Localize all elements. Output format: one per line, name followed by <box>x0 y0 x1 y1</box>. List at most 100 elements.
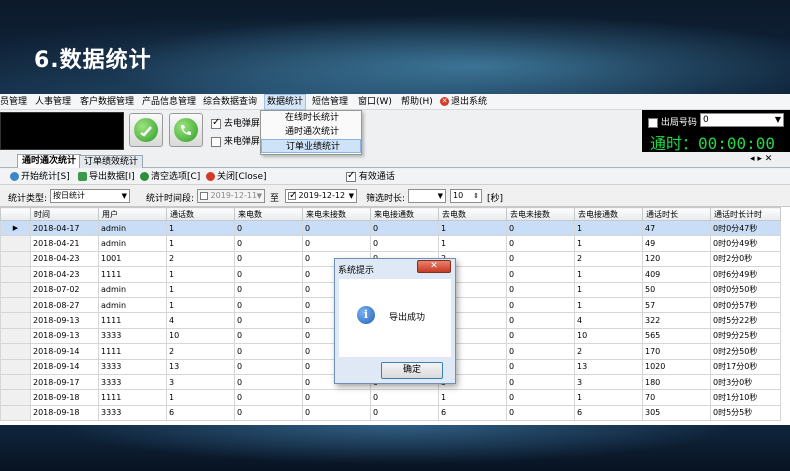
date-to-picker[interactable]: 2019-12-12 ▼ <box>285 189 357 203</box>
table-cell: 2018-09-13 <box>30 312 99 329</box>
menu-product-info[interactable]: 产品信息管理 <box>142 95 196 109</box>
outgoing-number-checkbox[interactable]: 出局号码 <box>648 115 697 128</box>
table-cell: 2018-09-17 <box>30 373 99 391</box>
column-header[interactable]: 通话时长 <box>642 207 711 221</box>
table-cell: 3 <box>574 373 643 391</box>
table-cell: 0 <box>234 389 303 406</box>
menu-statistics[interactable]: 数据统计 <box>264 94 307 110</box>
column-header[interactable]: 用户 <box>98 207 167 221</box>
row-indicator <box>0 266 31 283</box>
table-cell: 0时2分0秒 <box>710 250 781 268</box>
table-cell: 2018-09-18 <box>30 389 99 406</box>
column-header[interactable]: 通话数 <box>166 207 235 221</box>
table-cell: admin <box>98 281 167 298</box>
column-header[interactable]: 通话时长计时 <box>710 207 781 221</box>
table-cell: 6 <box>574 404 643 422</box>
unit-label: [秒] <box>487 194 504 204</box>
close-button[interactable]: 关闭[Close] <box>206 171 267 183</box>
menubar: 员管理 人事管理 客户数据管理 产品信息管理 综合数据查询 数据统计 短信管理 … <box>0 94 790 110</box>
duration-spinner[interactable]: 10 ⇕ <box>450 189 482 203</box>
table-cell: 0 <box>234 235 303 252</box>
menu-query[interactable]: 综合数据查询 <box>203 95 257 109</box>
function-bar: 开始统计[S] 导出数据[I] 清空选项[C] 关闭[Close] 有效通话 <box>0 169 790 185</box>
valid-calls-checkbox[interactable]: 有效通话 <box>346 170 395 183</box>
table-header-row: 时间 用户 通话数 来电数 来电未接数 来电接通数 去电数 去电未接数 去电接通… <box>0 207 781 221</box>
table-cell: 170 <box>642 343 711 360</box>
start-stats-button[interactable]: 开始统计[S] <box>10 171 70 183</box>
column-header[interactable]: 来电未接数 <box>302 207 371 221</box>
table-cell: 0 <box>234 373 303 391</box>
table-cell: 0时5分5秒 <box>710 404 781 422</box>
table-cell: 1 <box>438 235 507 252</box>
table-row[interactable]: 2018-09-18 3333 6 0 0 0 6 0 6 305 0时5分5秒 <box>0 404 781 422</box>
table-cell: 13 <box>574 358 643 375</box>
menu-help[interactable]: 帮助(H) <box>401 95 433 109</box>
menu-customer-data[interactable]: 客户数据管理 <box>80 95 134 109</box>
dialog-close-button[interactable]: ✕ <box>417 260 451 273</box>
date-from-picker[interactable]: 2019-12-11 ▼ <box>197 189 265 203</box>
table-cell: 1 <box>166 219 235 237</box>
outgoing-number-label: 出局号码 <box>660 118 697 128</box>
table-cell: 0 <box>234 358 303 375</box>
table-cell: 0 <box>506 312 575 329</box>
dial-button[interactable] <box>169 113 203 147</box>
row-indicator <box>0 404 31 422</box>
dropdown-item-order-stats[interactable]: 订单业绩统计 <box>261 139 361 153</box>
table-cell: 2018-04-23 <box>30 266 99 283</box>
column-header[interactable]: 来电数 <box>234 207 303 221</box>
outgoing-number-value: 0 <box>703 115 709 125</box>
row-indicator <box>0 327 31 345</box>
table-cell: 0 <box>506 343 575 360</box>
tab-scroll-close-controls[interactable]: ◂ ▸ ✕ <box>750 154 772 164</box>
table-cell: 0 <box>302 219 371 237</box>
table-cell: 0 <box>506 358 575 375</box>
column-header[interactable]: 去电未接数 <box>506 207 575 221</box>
table-cell: 1 <box>438 219 507 237</box>
menu-window[interactable]: 窗口(W) <box>358 95 392 109</box>
tab-order-stats[interactable]: 订单绩效统计 <box>79 155 144 168</box>
dropdown-item-online-duration[interactable]: 在线时长统计 <box>261 111 361 125</box>
table-cell: 2 <box>166 250 235 268</box>
table-cell: 3333 <box>98 327 167 345</box>
period-label: 统计时间段: <box>146 194 195 204</box>
column-header[interactable]: 去电接通数 <box>574 207 643 221</box>
table-row[interactable]: 2018-04-21 admin 1 0 0 0 1 0 1 49 0时0分49秒 <box>0 235 781 252</box>
table-cell: 1 <box>166 235 235 252</box>
table-cell: 10 <box>166 327 235 345</box>
table-cell: 0 <box>506 235 575 252</box>
table-row[interactable]: ▶ 2018-04-17 admin 1 0 0 0 1 0 1 47 0时0分47秒 <box>0 219 781 237</box>
outgoing-number-select[interactable]: 0 ▼ <box>700 113 784 127</box>
column-header[interactable]: 时间 <box>30 207 99 221</box>
call-status-panel: 出局号码 0 ▼ 通时：00:00:00 <box>642 110 790 153</box>
column-header[interactable]: 来电接通数 <box>370 207 439 221</box>
checkbox-checked-icon <box>211 117 221 129</box>
menu-exit[interactable]: ✕ 退出系统 <box>440 95 487 109</box>
menu-staff[interactable]: 员管理 <box>0 95 27 109</box>
duration-operator-select[interactable]: ▼ <box>408 189 446 203</box>
to-label: 至 <box>270 194 280 204</box>
start-stats-label: 开始统计[S] <box>21 172 70 182</box>
stats-type-select[interactable]: 按日统计 ▼ <box>50 189 130 203</box>
export-button[interactable]: 导出数据[I] <box>78 171 135 183</box>
tab-call-stats[interactable]: 通时通次统计 <box>17 154 82 168</box>
menu-hr[interactable]: 人事管理 <box>35 95 71 109</box>
chevron-down-icon: ▼ <box>348 192 354 200</box>
column-header[interactable]: 去电数 <box>438 207 507 221</box>
ok-button[interactable]: 确定 <box>381 362 443 379</box>
table-cell: 1 <box>574 266 643 283</box>
table-cell: 57 <box>642 296 711 314</box>
stats-type-value: 按日统计 <box>53 191 85 200</box>
outgoing-popup-checkbox[interactable]: 去电弹屏 <box>211 116 260 129</box>
dropdown-item-call-stats[interactable]: 通时通次统计 <box>261 125 361 139</box>
pickup-button[interactable] <box>129 113 163 147</box>
call-timer: 通时：00:00:00 <box>650 134 776 153</box>
close-icon <box>206 172 215 181</box>
incoming-popup-checkbox[interactable]: 来电弹屏 <box>211 134 260 147</box>
table-cell: 0 <box>234 312 303 329</box>
table-cell: 0 <box>302 404 371 422</box>
table-row[interactable]: 2018-09-18 1111 1 0 0 0 1 0 1 70 0时1分10秒 <box>0 389 781 406</box>
table-cell: 0 <box>506 296 575 314</box>
table-cell: 2 <box>166 343 235 360</box>
menu-sms[interactable]: 短信管理 <box>312 95 348 109</box>
clear-button[interactable]: 清空选项[C] <box>140 171 200 183</box>
